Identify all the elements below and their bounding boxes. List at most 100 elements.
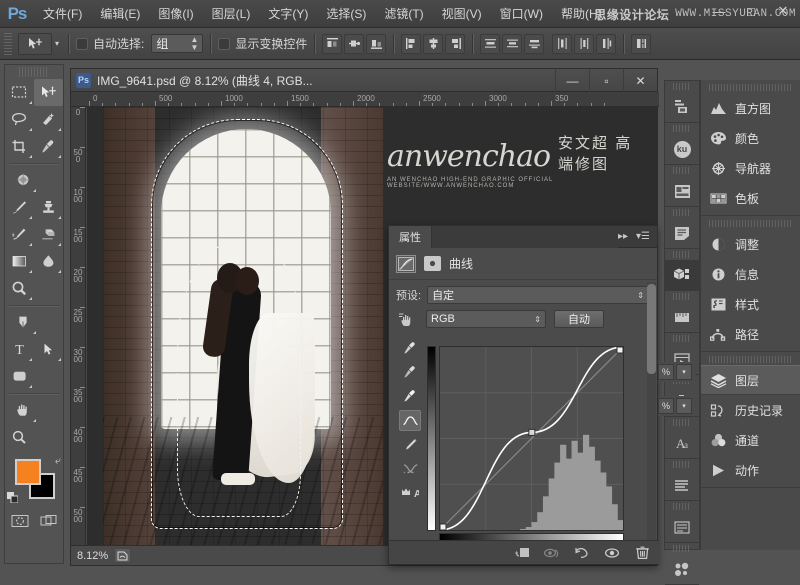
- document-maximize-button[interactable]: ▫: [589, 69, 623, 92]
- channel-dropdown[interactable]: RGB ⇕: [426, 310, 546, 328]
- brush-presets-icon[interactable]: [665, 554, 699, 584]
- dock-group-grip[interactable]: [673, 461, 691, 468]
- menu-item-1[interactable]: 文件(F): [34, 0, 91, 28]
- gray-point-eyedropper[interactable]: [399, 362, 421, 383]
- panel-item-paths[interactable]: 路径: [701, 319, 800, 349]
- eraser-tool[interactable]: [34, 221, 63, 248]
- 3d-icon[interactable]: [665, 260, 699, 290]
- auto-align-layers-button[interactable]: [631, 33, 652, 54]
- move-tool[interactable]: [34, 79, 63, 106]
- app-minimize-button[interactable]: —: [708, 2, 730, 20]
- dock-group-grip[interactable]: [673, 335, 691, 342]
- distribute-left-edges-button[interactable]: [552, 33, 573, 54]
- auto-select-checkbox[interactable]: [76, 37, 89, 50]
- align-left-edges-button[interactable]: [322, 33, 343, 54]
- panel-menu-icon[interactable]: ▾☰: [636, 231, 650, 242]
- dock-group-grip[interactable]: [673, 419, 691, 426]
- character-icon[interactable]: Aa: [665, 428, 699, 458]
- menu-item-2[interactable]: 编辑(E): [91, 0, 149, 28]
- tool-presets-icon[interactable]: [665, 512, 699, 542]
- opacity-dropdown-arrow-icon[interactable]: ▾: [676, 364, 692, 380]
- app-close-button[interactable]: ✕: [772, 2, 794, 20]
- curve-control-point[interactable]: [528, 428, 536, 436]
- view-previous-state-button[interactable]: [543, 545, 561, 561]
- dodge-tool[interactable]: [5, 275, 34, 302]
- smooth-curve-button[interactable]: [399, 458, 421, 479]
- distribute-top-edges-button[interactable]: [480, 33, 501, 54]
- align-horizontal-centers-button[interactable]: [344, 33, 365, 54]
- quick-selection-tool[interactable]: [34, 106, 63, 133]
- auto-button[interactable]: 自动: [554, 310, 604, 328]
- quick-mask-button[interactable]: [9, 512, 31, 530]
- pencil-draw-curve-tool[interactable]: [399, 434, 421, 455]
- dock-group-grip[interactable]: [673, 293, 691, 300]
- clone-stamp-tool[interactable]: [34, 194, 63, 221]
- gradient-tool[interactable]: [5, 248, 34, 275]
- curves-graph[interactable]: [439, 346, 624, 531]
- distribute-vertical-centers-button[interactable]: [502, 33, 523, 54]
- dock-group-grip[interactable]: [673, 503, 691, 510]
- auto-select-dropdown[interactable]: 组 ▲ ▼: [151, 34, 204, 53]
- panel-item-adjustments[interactable]: 调整: [701, 229, 800, 259]
- eyedropper-tool[interactable]: [34, 133, 63, 160]
- rectangle-tool[interactable]: [5, 363, 34, 390]
- menu-item-4[interactable]: 图层(L): [203, 0, 260, 28]
- panel-item-actions[interactable]: 动作: [701, 455, 800, 485]
- menu-item-7[interactable]: 滤镜(T): [375, 0, 432, 28]
- document-minimize-button[interactable]: —: [555, 69, 589, 92]
- panel-group-grip[interactable]: [709, 84, 792, 91]
- layer-comps-icon[interactable]: [665, 176, 699, 206]
- clipping-warning-icon[interactable]: A: [399, 482, 421, 503]
- distribute-right-edges-button[interactable]: [596, 33, 617, 54]
- zoom-tool[interactable]: [5, 424, 34, 451]
- panel-item-color-palette[interactable]: 颜色: [701, 123, 800, 153]
- zoom-level-text[interactable]: 8.12%: [77, 550, 108, 562]
- screen-mode-button[interactable]: [38, 512, 60, 530]
- properties-scrollbar-thumb[interactable]: [647, 284, 656, 374]
- dock-group-grip[interactable]: [673, 545, 691, 552]
- distribute-bottom-edges-button[interactable]: [524, 33, 545, 54]
- menu-item-9[interactable]: 窗口(W): [491, 0, 552, 28]
- menu-item-6[interactable]: 选择(S): [317, 0, 375, 28]
- fill-percent-field[interactable]: % ▾: [658, 396, 696, 416]
- align-top-edges-button[interactable]: [401, 33, 422, 54]
- panel-item-histogram[interactable]: 直方图: [701, 93, 800, 123]
- fill-dropdown-arrow-icon[interactable]: ▾: [676, 398, 692, 414]
- mini-bridge-icon[interactable]: [665, 92, 699, 122]
- panel-item-history[interactable]: 历史记录: [701, 395, 800, 425]
- pen-tool[interactable]: [9, 309, 38, 336]
- menu-item-8[interactable]: 视图(V): [433, 0, 491, 28]
- tab-properties[interactable]: 属性: [389, 225, 432, 248]
- paragraph-icon[interactable]: [665, 470, 699, 500]
- curve-control-point[interactable]: [440, 523, 447, 530]
- document-close-button[interactable]: ✕: [623, 69, 657, 92]
- kuler-icon[interactable]: ku: [665, 134, 699, 164]
- healing-brush-tool[interactable]: [9, 167, 38, 194]
- menu-item-5[interactable]: 文字(Y): [259, 0, 317, 28]
- dock-group-grip[interactable]: [673, 167, 691, 174]
- dock-group-grip[interactable]: [673, 251, 691, 258]
- hand-tool[interactable]: [9, 397, 38, 424]
- path-selection-tool[interactable]: [34, 336, 63, 363]
- on-image-adjustment-icon[interactable]: [396, 310, 418, 328]
- panel-group-grip[interactable]: [709, 356, 792, 363]
- curve-control-point[interactable]: [616, 347, 623, 354]
- document-info-button[interactable]: [114, 548, 132, 563]
- panel-item-info[interactable]: 信息: [701, 259, 800, 289]
- panel-item-styles[interactable]: 样式: [701, 289, 800, 319]
- toolbox-grip[interactable]: [19, 67, 49, 77]
- menu-item-3[interactable]: 图像(I): [149, 0, 202, 28]
- tool-preset-picker[interactable]: [18, 32, 52, 55]
- reset-adjustment-button[interactable]: [573, 545, 591, 561]
- panel-item-swatches[interactable]: 色板: [701, 183, 800, 213]
- dock-group-grip[interactable]: [673, 125, 691, 132]
- preset-dropdown[interactable]: 自定 ⇕: [427, 286, 649, 304]
- vertical-ruler[interactable]: 0 500 1000 1500 2000 2500 3000 3500 4000 4500 5000: [71, 107, 86, 547]
- panel-group-grip[interactable]: [709, 220, 792, 227]
- panel-item-navigator[interactable]: 导航器: [701, 153, 800, 183]
- show-transform-controls-checkbox[interactable]: [218, 37, 231, 50]
- dock-group-grip[interactable]: [673, 83, 691, 90]
- foreground-color-swatch[interactable]: [15, 459, 41, 485]
- lasso-tool[interactable]: [5, 106, 34, 133]
- align-right-edges-button[interactable]: [366, 33, 387, 54]
